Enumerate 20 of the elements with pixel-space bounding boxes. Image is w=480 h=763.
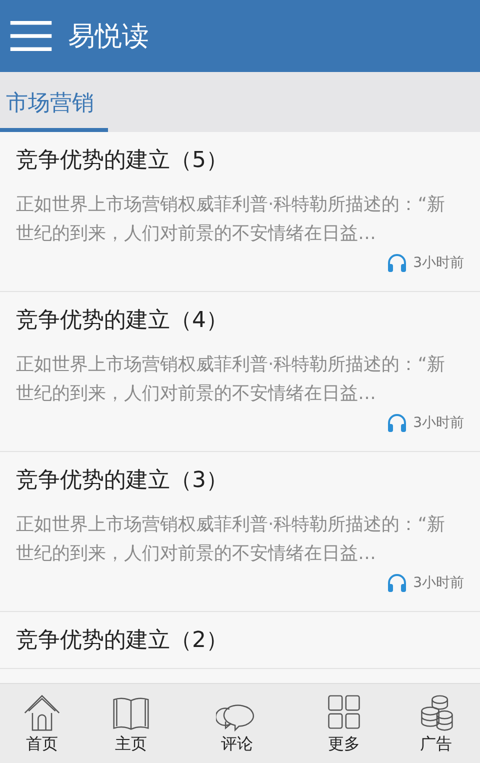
- timestamp: 3小时前: [413, 254, 464, 272]
- nav-item[interactable]: 评论: [178, 684, 296, 763]
- nav-item[interactable]: 更多: [296, 684, 392, 763]
- article-title: 竞争优势的建立（2）: [16, 627, 229, 655]
- article-title: 竞争优势的建立（5）: [16, 147, 229, 175]
- nav-item[interactable]: 广告: [392, 684, 480, 763]
- nav-item[interactable]: 主页: [84, 684, 178, 763]
- headphones-icon: [387, 574, 408, 592]
- article-title: 竞争优势的建立（4）: [16, 307, 229, 335]
- article-summary: 正如世界上市场营销权威菲利普·科特勒所描述的：“新世纪的到来，人们对前景的不安情绪在日益…: [16, 353, 446, 406]
- nav-item[interactable]: 首页: [0, 684, 84, 763]
- headphones-icon: [387, 414, 408, 432]
- article-summary: 正如世界上市场营销权威菲利普·科特勒所描述的：“新世纪的到来，人们对前景的不安情绪在日益…: [16, 193, 446, 246]
- timestamp: 3小时前: [413, 574, 464, 592]
- app-title: 易悦读: [68, 20, 149, 54]
- headphones-icon: [387, 254, 408, 272]
- article-summary: 正如世界上市场营销权威菲利普·科特勒所描述的：“新世纪的到来，人们对前景的不安情绪在日益…: [16, 513, 446, 566]
- timestamp: 3小时前: [413, 414, 464, 432]
- menu-icon[interactable]: [10, 21, 52, 51]
- article-title: 竞争优势的建立（3）: [16, 467, 229, 495]
